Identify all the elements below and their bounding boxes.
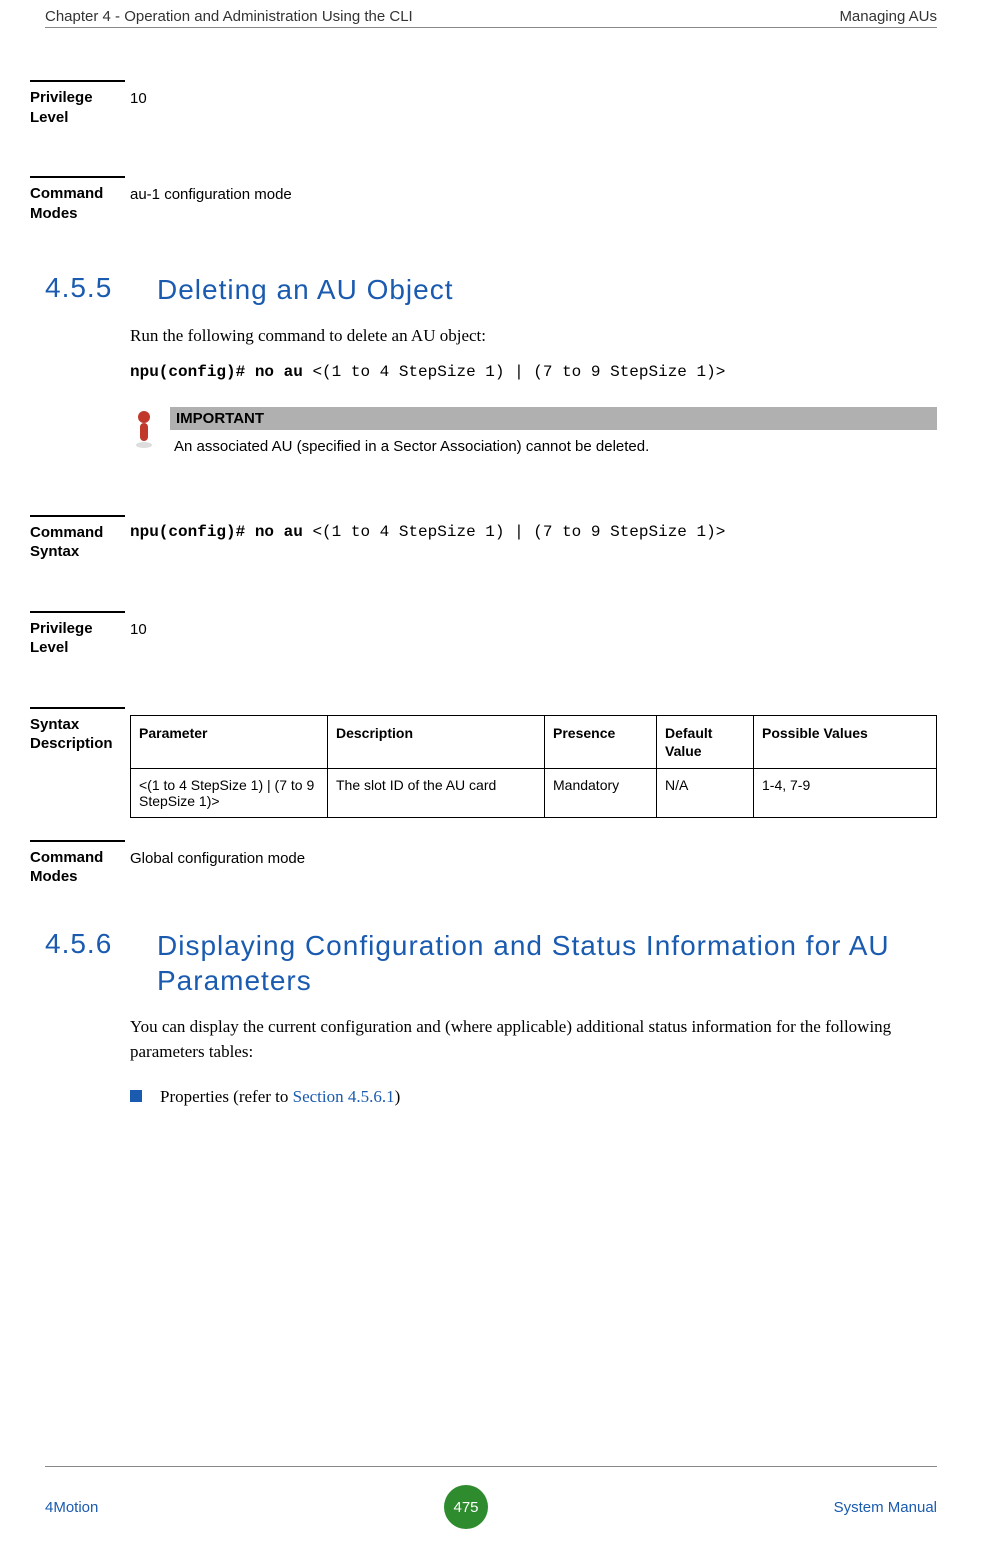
footer-right: System Manual xyxy=(834,1499,937,1516)
value-command-modes-2: Global configuration mode xyxy=(130,848,937,869)
header-left: Chapter 4 - Operation and Administration… xyxy=(45,8,413,25)
value-command-modes-1: au-1 configuration mode xyxy=(130,184,937,205)
section-455-title: Deleting an AU Object xyxy=(157,272,454,307)
label-privilege-level-1: Privilege Level xyxy=(30,88,125,127)
header-right: Managing AUs xyxy=(839,8,937,25)
bullet-text: Properties (refer to Section 4.5.6.1) xyxy=(160,1087,400,1107)
important-header: IMPORTANT xyxy=(170,407,937,430)
section-456-title: Displaying Configuration and Status Info… xyxy=(157,928,937,998)
td-description: The slot ID of the AU card xyxy=(328,768,545,817)
label-syntax-description: Syntax Description xyxy=(30,715,125,754)
table-row: <(1 to 4 StepSize 1) | (7 to 9 StepSize … xyxy=(131,768,937,817)
label-privilege-level-2: Privilege Level xyxy=(30,619,125,658)
td-default-value: N/A xyxy=(657,768,754,817)
list-item: Properties (refer to Section 4.5.6.1) xyxy=(130,1087,937,1107)
bullet-icon xyxy=(130,1090,142,1102)
section-456-number: 4.5.6 xyxy=(45,928,157,960)
section-456-intro: You can display the current configuratio… xyxy=(130,1014,937,1065)
td-possible-values: 1-4, 7-9 xyxy=(754,768,937,817)
section-455-intro: Run the following command to delete an A… xyxy=(130,323,937,349)
important-body: An associated AU (specified in a Sector … xyxy=(170,430,937,459)
section-link[interactable]: Section 4.5.6.1 xyxy=(293,1087,395,1106)
label-command-modes-1: Command Modes xyxy=(30,184,125,223)
td-parameter: <(1 to 4 StepSize 1) | (7 to 9 StepSize … xyxy=(131,768,328,817)
syntax-description-table: Parameter Description Presence Default V… xyxy=(130,715,937,818)
label-command-syntax: Command Syntax xyxy=(30,523,125,562)
section-455-number: 4.5.5 xyxy=(45,272,157,304)
value-privilege-level-2: 10 xyxy=(130,619,937,640)
value-privilege-level-1: 10 xyxy=(130,88,937,109)
th-presence: Presence xyxy=(545,715,657,768)
td-presence: Mandatory xyxy=(545,768,657,817)
label-command-modes-2: Command Modes xyxy=(30,848,125,887)
important-icon xyxy=(130,409,158,449)
header-rule xyxy=(45,27,937,28)
th-description: Description xyxy=(328,715,545,768)
section-455-command: npu(config)# no au <(1 to 4 StepSize 1) … xyxy=(130,363,937,381)
page-number-badge: 475 xyxy=(444,1485,488,1529)
th-default-value: Default Value xyxy=(657,715,754,768)
th-possible-values: Possible Values xyxy=(754,715,937,768)
table-header-row: Parameter Description Presence Default V… xyxy=(131,715,937,768)
value-command-syntax: npu(config)# no au <(1 to 4 StepSize 1) … xyxy=(130,523,937,541)
th-parameter: Parameter xyxy=(131,715,328,768)
footer-rule xyxy=(45,1466,937,1467)
important-box: IMPORTANT An associated AU (specified in… xyxy=(170,407,937,459)
footer-left: 4Motion xyxy=(45,1499,98,1516)
